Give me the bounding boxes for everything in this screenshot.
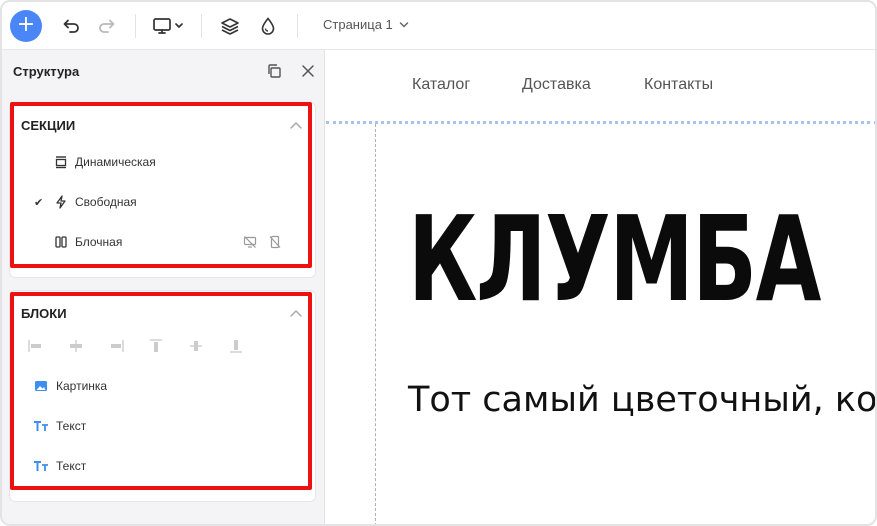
desktop-icon [153,18,183,34]
plus-icon: + [16,12,36,37]
annotation-highlight-blocks [10,292,312,490]
redo-icon [99,19,115,33]
nav-link-contacts[interactable]: Контакты [644,76,713,94]
page-selector-label: Страница 1 [323,17,393,32]
hero-title[interactable]: КЛУМБА [408,190,821,328]
device-switch-button[interactable] [151,14,187,38]
undo-icon [63,19,79,33]
toolbar-divider [201,14,202,38]
column-guide-line [375,124,376,524]
copy-icon [268,64,281,78]
hero-subtitle[interactable]: Тот самый цветочный, кот [408,380,875,420]
drop-icon [261,17,275,35]
nav-link-catalog[interactable]: Каталог [412,76,470,94]
toolbar-divider [297,14,298,38]
nav-link-delivery[interactable]: Доставка [522,76,591,94]
app-window: + Страница 1 Структура СЕКЦИИ Динамическ… [0,0,877,526]
editor-canvas[interactable]: Каталог Доставка Контакты КЛУМБА Тот сам… [326,50,875,524]
undo-button[interactable] [59,14,83,38]
add-button[interactable]: + [10,10,42,42]
layers-button[interactable] [218,14,242,38]
close-panel-button[interactable] [299,62,317,80]
annotation-highlight-sections [10,102,312,268]
layers-icon [221,18,239,35]
section-guide-line [326,121,875,124]
page-selector[interactable]: Страница 1 [323,17,409,32]
site-nav: Каталог Доставка Контакты [326,50,875,122]
redo-button[interactable] [95,14,119,38]
theme-button[interactable] [256,14,280,38]
top-toolbar: + Страница 1 [2,2,875,50]
close-icon [302,65,314,77]
panel-title: Структура [13,64,80,79]
toolbar-divider [135,14,136,38]
chevron-down-icon [399,21,409,28]
duplicate-button[interactable] [265,62,283,80]
